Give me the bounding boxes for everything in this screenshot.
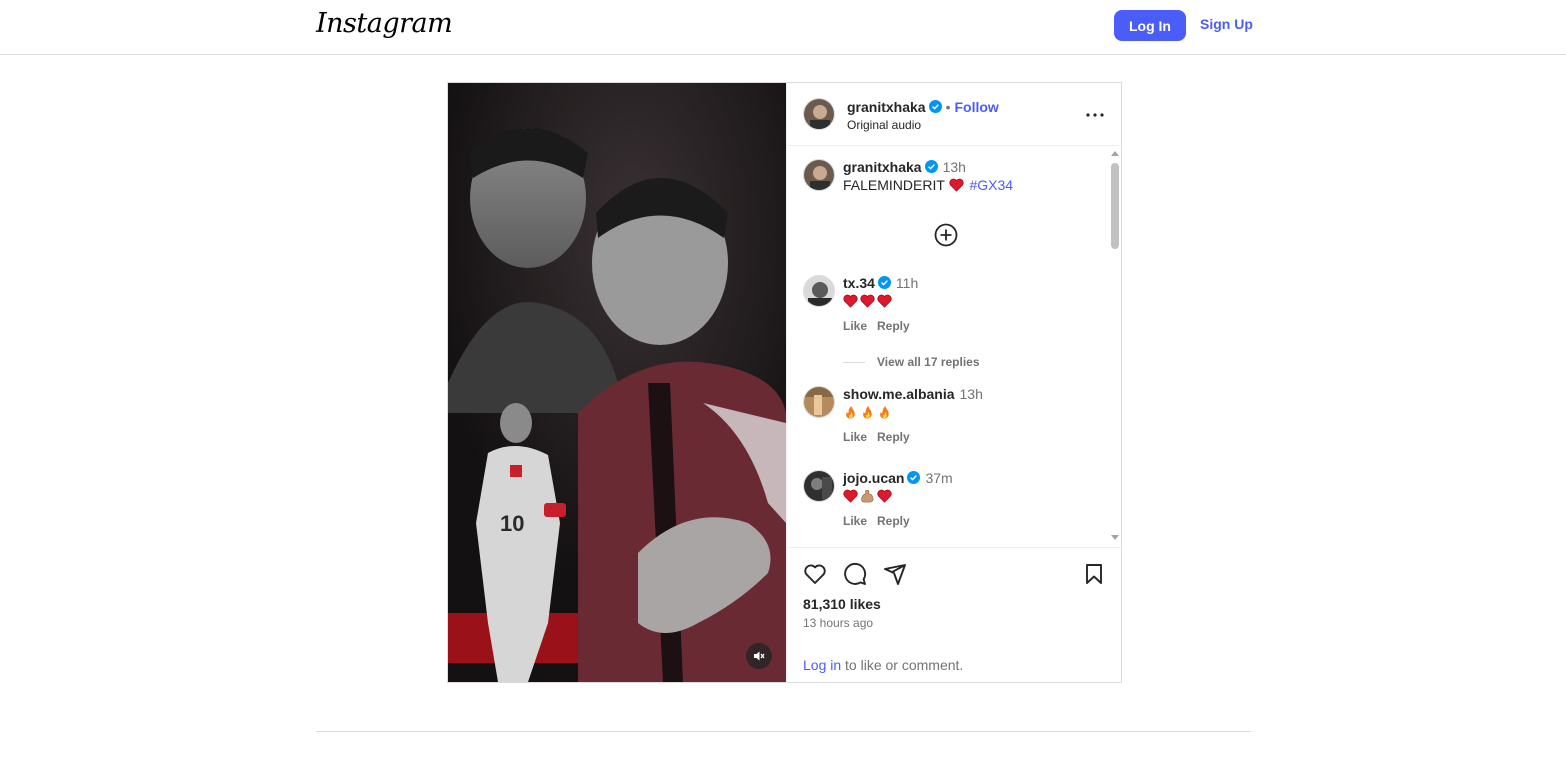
comment-author: show.me.albania 13h: [843, 386, 983, 402]
comment-text: [843, 488, 894, 504]
avatar-image: [804, 160, 834, 190]
heart-icon[interactable]: [803, 562, 827, 586]
caption-username[interactable]: granitxhaka: [843, 159, 922, 175]
author-avatar[interactable]: [803, 98, 835, 130]
post-side-panel: granitxhaka • Follow Original audio granit…: [786, 83, 1122, 682]
more-options-icon[interactable]: [1083, 103, 1107, 127]
login-link[interactable]: Log in: [803, 657, 841, 673]
commenter-avatar[interactable]: [803, 386, 835, 418]
red-heart-emoji-icon: [948, 178, 964, 192]
red-heart-emoji-icon: [843, 489, 858, 503]
svg-text:10: 10: [500, 511, 524, 536]
commenter-avatar[interactable]: [803, 470, 835, 502]
verified-badge-icon: [877, 276, 891, 289]
comment-icon[interactable]: [843, 562, 867, 586]
post-card: 10 granitxhaka • Follow Original audio g…: [447, 82, 1122, 683]
login-prompt-text: to like or comment.: [841, 657, 964, 673]
share-icon[interactable]: [883, 562, 907, 586]
login-button[interactable]: Log In: [1114, 10, 1186, 41]
video-frame-image: 10: [448, 83, 786, 682]
verified-badge-icon: [907, 471, 921, 484]
caption-avatar[interactable]: [803, 159, 835, 191]
comment-username[interactable]: jojo.ucan: [843, 470, 904, 486]
comment-time[interactable]: 11h: [896, 275, 918, 291]
mute-icon: [754, 651, 765, 661]
flexed-biceps-emoji-icon: [861, 489, 874, 503]
caption-text: FALEMINDERIT: [843, 177, 945, 193]
post-video[interactable]: 10: [448, 83, 786, 682]
post-timestamp[interactable]: 13 hours ago: [803, 616, 873, 630]
signup-link[interactable]: Sign Up: [1200, 16, 1253, 32]
comment-actions: Like Reply: [843, 430, 920, 444]
verified-badge-icon: [928, 100, 942, 113]
like-comment-button[interactable]: Like: [843, 319, 867, 333]
fire-emoji-icon: [880, 405, 889, 419]
post-actions: 81,310 likes 13 hours ago Log in to like…: [787, 547, 1122, 682]
comments-scrollbar[interactable]: [1109, 147, 1121, 547]
comment-author: tx.34 11h: [843, 275, 918, 291]
instagram-logo[interactable]: Instagram: [316, 8, 453, 39]
comment-text: [843, 293, 894, 309]
replies-line: [843, 362, 865, 364]
fire-emoji-icon: [846, 405, 855, 419]
fire-emoji-icon: [863, 405, 872, 419]
follow-button[interactable]: Follow: [955, 99, 999, 115]
post-author-line: granitxhaka • Follow: [847, 99, 999, 115]
comment-author: jojo.ucan 37m: [843, 470, 953, 486]
red-heart-emoji-icon: [877, 489, 892, 503]
view-replies-button[interactable]: View all 17 replies: [843, 355, 980, 369]
avatar-image: [804, 99, 834, 129]
red-heart-emoji-icon: [860, 294, 875, 308]
comment-text: [843, 404, 894, 420]
avatar-image: [804, 387, 834, 417]
audio-link[interactable]: Original audio: [847, 118, 921, 132]
caption-author: granitxhaka 13h: [843, 159, 966, 175]
comment-time[interactable]: 37m: [925, 470, 952, 486]
scroll-down-arrow[interactable]: [1111, 535, 1119, 540]
login-prompt: Log in to like or comment.: [803, 657, 963, 673]
scroll-thumb[interactable]: [1111, 163, 1119, 249]
scroll-up-arrow[interactable]: [1111, 151, 1119, 156]
reply-button[interactable]: Reply: [877, 319, 910, 333]
bookmark-icon[interactable]: [1082, 562, 1106, 586]
likes-count[interactable]: 81,310 likes: [803, 596, 881, 612]
footer-divider: [316, 731, 1251, 732]
top-nav: Instagram Log In Sign Up: [0, 0, 1566, 55]
post-header: granitxhaka • Follow Original audio: [787, 83, 1122, 146]
commenter-avatar[interactable]: [803, 275, 835, 307]
avatar-image: [804, 471, 834, 501]
reply-button[interactable]: Reply: [877, 514, 910, 528]
comment-time[interactable]: 13h: [960, 386, 983, 402]
caption-text-line: FALEMINDERIT #GX34: [843, 177, 1013, 193]
like-comment-button[interactable]: Like: [843, 430, 867, 444]
red-heart-emoji-icon: [843, 294, 858, 308]
separator-dot: •: [945, 99, 951, 115]
avatar-image: [804, 276, 834, 306]
comment-username[interactable]: tx.34: [843, 275, 875, 291]
reply-button[interactable]: Reply: [877, 430, 910, 444]
like-comment-button[interactable]: Like: [843, 514, 867, 528]
view-replies-label: View all 17 replies: [877, 355, 980, 369]
post-author-name[interactable]: granitxhaka: [847, 99, 926, 115]
plus-circle-icon[interactable]: [934, 223, 958, 247]
caption-time[interactable]: 13h: [943, 159, 966, 175]
comments-list[interactable]: granitxhaka 13h FALEMINDERIT #GX34 tx.34…: [787, 147, 1122, 547]
red-heart-emoji-icon: [877, 294, 892, 308]
comment-actions: Like Reply: [843, 319, 920, 333]
verified-badge-icon: [924, 160, 938, 173]
comment-actions: Like Reply: [843, 514, 920, 528]
mute-button[interactable]: [746, 643, 772, 669]
comment-username[interactable]: show.me.albania: [843, 386, 955, 402]
hashtag-link[interactable]: #GX34: [969, 177, 1013, 193]
